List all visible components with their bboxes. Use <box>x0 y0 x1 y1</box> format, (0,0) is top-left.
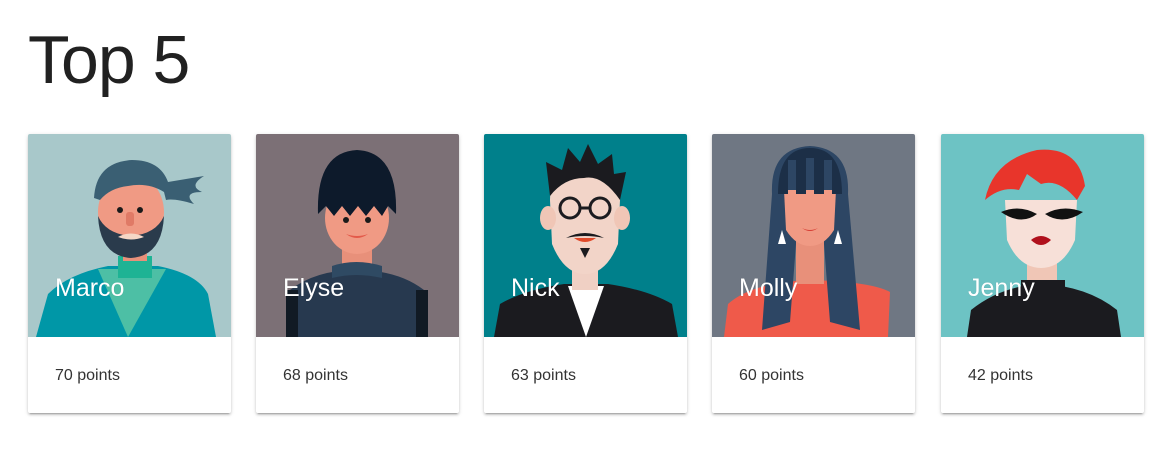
player-name: Molly <box>739 274 798 302</box>
card-media: Molly <box>712 134 915 337</box>
player-points: 42 points <box>968 367 1033 384</box>
player-name: Nick <box>511 274 560 302</box>
bob-haircut-woman-icon <box>256 134 459 337</box>
player-points: 70 points <box>55 367 120 384</box>
player-card-jenny[interactable]: Jenny 42 points <box>941 134 1144 413</box>
player-points: 60 points <box>739 367 804 384</box>
player-card-elyse[interactable]: Elyse 68 points <box>256 134 459 413</box>
page-title: Top 5 <box>28 22 190 98</box>
long-hair-woman-icon <box>712 134 915 337</box>
card-media: Marco <box>28 134 231 337</box>
player-name: Elyse <box>283 274 345 302</box>
player-name: Marco <box>55 274 125 302</box>
card-media: Jenny <box>941 134 1144 337</box>
player-name: Jenny <box>968 274 1035 302</box>
player-card-nick[interactable]: Nick 63 points <box>484 134 687 413</box>
card-media: Elyse <box>256 134 459 337</box>
player-card-marco[interactable]: Marco 70 points <box>28 134 231 413</box>
red-hair-woman-icon <box>941 134 1144 337</box>
player-points: 68 points <box>283 367 348 384</box>
player-points: 63 points <box>511 367 576 384</box>
player-card-molly[interactable]: Molly 60 points <box>712 134 915 413</box>
card-media: Nick <box>484 134 687 337</box>
bearded-man-icon <box>28 134 231 337</box>
glasses-man-icon <box>484 134 687 337</box>
